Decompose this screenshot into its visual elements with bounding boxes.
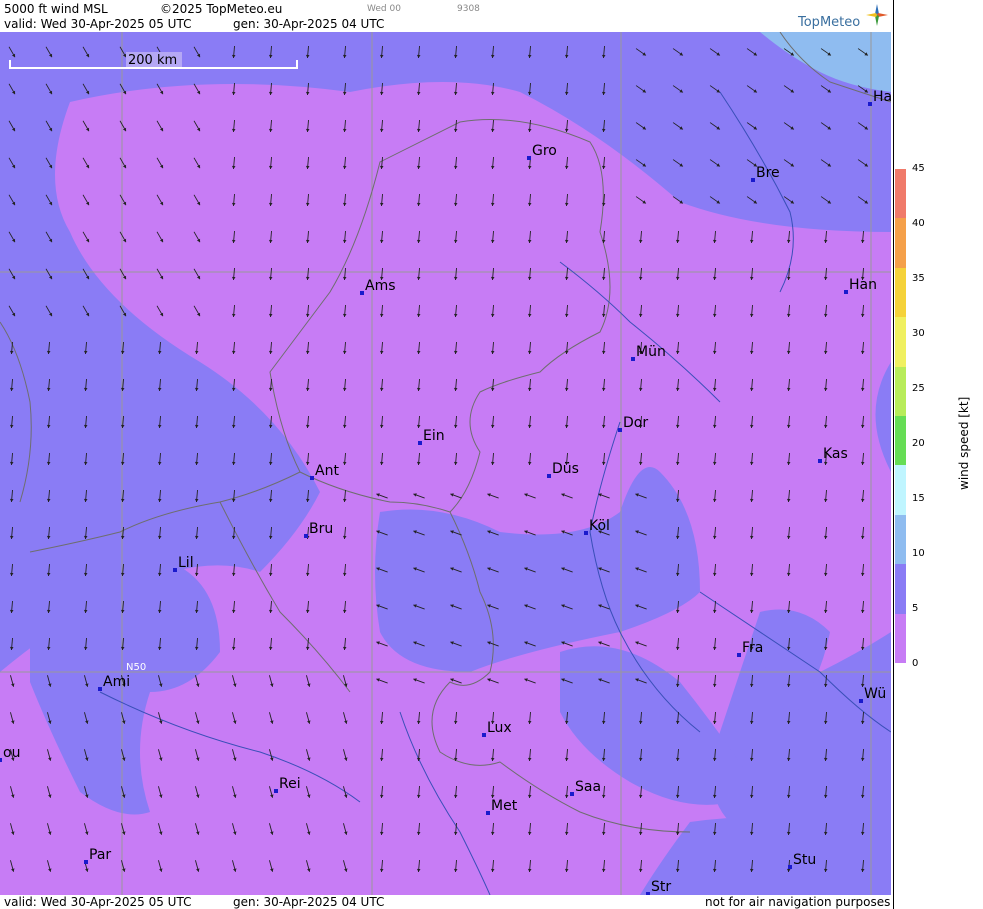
city-marker[interactable] xyxy=(570,792,574,796)
legend-color-segment xyxy=(895,415,906,466)
city-marker[interactable] xyxy=(584,531,588,535)
city-label: Wü xyxy=(864,686,886,702)
copyright: ©2025 TopMeteo.eu xyxy=(160,2,283,16)
footer-generated-time: gen: 30-Apr-2025 04 UTC xyxy=(233,895,385,909)
legend-color-segment xyxy=(895,366,906,416)
city-marker[interactable] xyxy=(646,892,650,895)
city-marker[interactable] xyxy=(631,357,635,361)
legend-color-segment xyxy=(895,267,906,318)
legend-tick-label: 40 xyxy=(912,218,925,229)
city-label: Köl xyxy=(589,518,610,534)
city-label: Stu xyxy=(793,852,816,868)
wind-map-canvas: 200 km N50 Gro Bre Ha Ams Han Mün Dor Ein Ant Düs… xyxy=(0,32,891,895)
city-marker[interactable] xyxy=(868,102,872,106)
legend-color-segment xyxy=(895,465,906,515)
city-label: Par xyxy=(89,847,111,863)
legend-title: wind speed [kt] xyxy=(957,396,971,490)
legend-tick-label: 20 xyxy=(912,438,925,449)
city-label: Bru xyxy=(309,521,333,537)
legend-tick-label: 35 xyxy=(912,273,925,284)
city-marker[interactable] xyxy=(482,733,486,737)
city-label: Gro xyxy=(532,143,557,159)
city-label: Rei xyxy=(279,776,301,792)
product-code: 9308 xyxy=(457,4,480,14)
city-marker[interactable] xyxy=(788,865,792,869)
city-label: Ant xyxy=(315,463,339,479)
city-label: Ams xyxy=(365,278,396,294)
legend-color-segment xyxy=(895,564,906,614)
legend-color-segment xyxy=(895,169,906,219)
legend-tick-label: 0 xyxy=(912,658,919,669)
compass-logo-icon xyxy=(866,4,888,26)
legend-color-segment xyxy=(895,317,906,367)
city-label: Met xyxy=(491,798,518,814)
wind-map[interactable]: 200 km N50 Gro Bre Ha Ams Han Mün Dor Ein Ant Düs… xyxy=(0,32,891,895)
valid-time: valid: Wed 30-Apr-2025 05 UTC xyxy=(4,17,192,31)
city-label: Ein xyxy=(423,428,445,444)
city-marker[interactable] xyxy=(310,476,314,480)
product-title: 5000 ft wind MSL xyxy=(4,2,108,16)
footer-valid-time: valid: Wed 30-Apr-2025 05 UTC xyxy=(4,895,192,909)
city-marker[interactable] xyxy=(486,811,490,815)
city-label: Kas xyxy=(823,446,848,462)
legend-colorbar xyxy=(895,169,906,663)
latitude-label: N50 xyxy=(126,662,146,673)
city-label: Saa xyxy=(575,779,601,795)
city-marker[interactable] xyxy=(818,459,822,463)
generated-time: gen: 30-Apr-2025 04 UTC xyxy=(233,17,385,31)
city-marker[interactable] xyxy=(0,758,2,762)
legend-color-segment xyxy=(895,613,906,663)
city-label: Ha xyxy=(873,89,891,105)
city-label: Lil xyxy=(178,555,194,571)
legend-color-segment xyxy=(895,514,906,565)
city-label: ou xyxy=(3,745,20,761)
city-marker[interactable] xyxy=(84,860,88,864)
day-hour: Wed 00 xyxy=(367,4,401,14)
scale-label: 200 km xyxy=(128,53,177,68)
city-label: Bre xyxy=(756,165,780,181)
legend-tick-label: 5 xyxy=(912,603,919,614)
city-marker[interactable] xyxy=(274,789,278,793)
city-label: Han xyxy=(849,277,877,293)
city-label: Ami xyxy=(103,674,130,690)
city-marker[interactable] xyxy=(547,474,551,478)
city-label: Mün xyxy=(636,344,666,360)
city-marker[interactable] xyxy=(98,687,102,691)
city-label: Düs xyxy=(552,461,579,477)
legend-divider xyxy=(893,0,894,909)
city-label: Lux xyxy=(487,720,512,736)
legend-tick-label: 30 xyxy=(912,328,925,339)
legend-tick-label: 25 xyxy=(912,383,925,394)
disclaimer: not for air navigation purposes xyxy=(705,895,891,909)
city-label: Fra xyxy=(742,640,763,656)
city-marker[interactable] xyxy=(173,568,177,572)
city-marker[interactable] xyxy=(527,156,531,160)
city-marker[interactable] xyxy=(304,534,308,538)
city-marker[interactable] xyxy=(859,699,863,703)
city-marker[interactable] xyxy=(618,428,622,432)
legend-tick-label: 45 xyxy=(912,163,925,174)
city-marker[interactable] xyxy=(751,178,755,182)
city-marker[interactable] xyxy=(737,653,741,657)
city-label: Str xyxy=(651,879,671,895)
logo-text: TopMeteo xyxy=(798,15,861,30)
city-marker[interactable] xyxy=(418,441,422,445)
legend-color-segment xyxy=(895,218,906,268)
legend-tick-label: 15 xyxy=(912,493,925,504)
legend-tick-label: 10 xyxy=(912,548,925,559)
city-marker[interactable] xyxy=(844,290,848,294)
city-marker[interactable] xyxy=(360,291,364,295)
city-label: Dor xyxy=(623,415,648,431)
